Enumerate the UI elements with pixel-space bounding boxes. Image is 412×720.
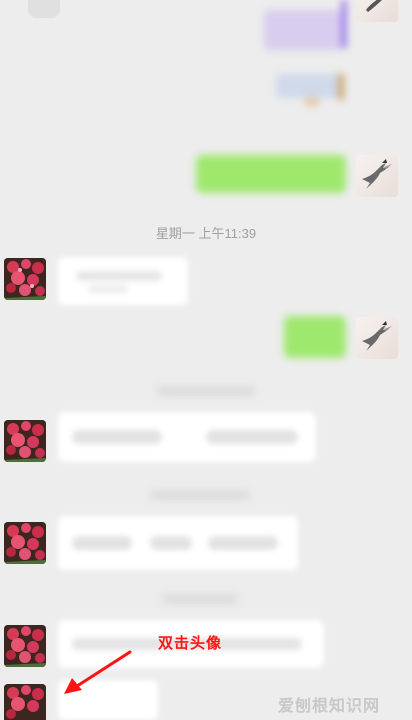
bird-avatar-icon <box>362 159 392 189</box>
self-avatar[interactable] <box>356 155 398 197</box>
self-message-bubble[interactable] <box>196 155 346 193</box>
bird-avatar-icon <box>366 0 382 12</box>
contact-avatar[interactable] <box>4 258 46 300</box>
bird-avatar-icon <box>362 321 392 351</box>
chat-timestamp: 星期一 上午11:39 <box>155 226 257 241</box>
self-message-bubble[interactable] <box>284 316 346 358</box>
image-message[interactable] <box>258 0 346 110</box>
contact-avatar[interactable] <box>4 625 46 667</box>
flower-avatar-icon <box>4 420 46 462</box>
contact-message-bubble[interactable] <box>58 257 188 305</box>
contact-message-bubble[interactable] <box>58 516 298 570</box>
annotation-text: 双击头像 <box>158 635 223 652</box>
flower-avatar-icon <box>4 522 46 564</box>
contact-avatar-target[interactable] <box>4 684 46 720</box>
watermark-text: 爱刨根知识网 <box>278 698 381 715</box>
self-avatar[interactable] <box>356 317 398 359</box>
flower-avatar-icon <box>4 684 46 720</box>
contact-message-bubble[interactable] <box>58 412 316 462</box>
contact-avatar[interactable] <box>4 420 46 462</box>
arrow-icon <box>64 650 132 694</box>
flower-avatar-icon <box>4 258 46 300</box>
flower-avatar-icon <box>4 625 46 667</box>
contact-avatar[interactable] <box>4 522 46 564</box>
timestamp-blurred <box>156 386 256 396</box>
top-partial-icon <box>28 0 60 18</box>
self-avatar[interactable] <box>356 0 398 22</box>
timestamp-blurred <box>150 490 250 500</box>
timestamp-blurred <box>162 594 238 604</box>
